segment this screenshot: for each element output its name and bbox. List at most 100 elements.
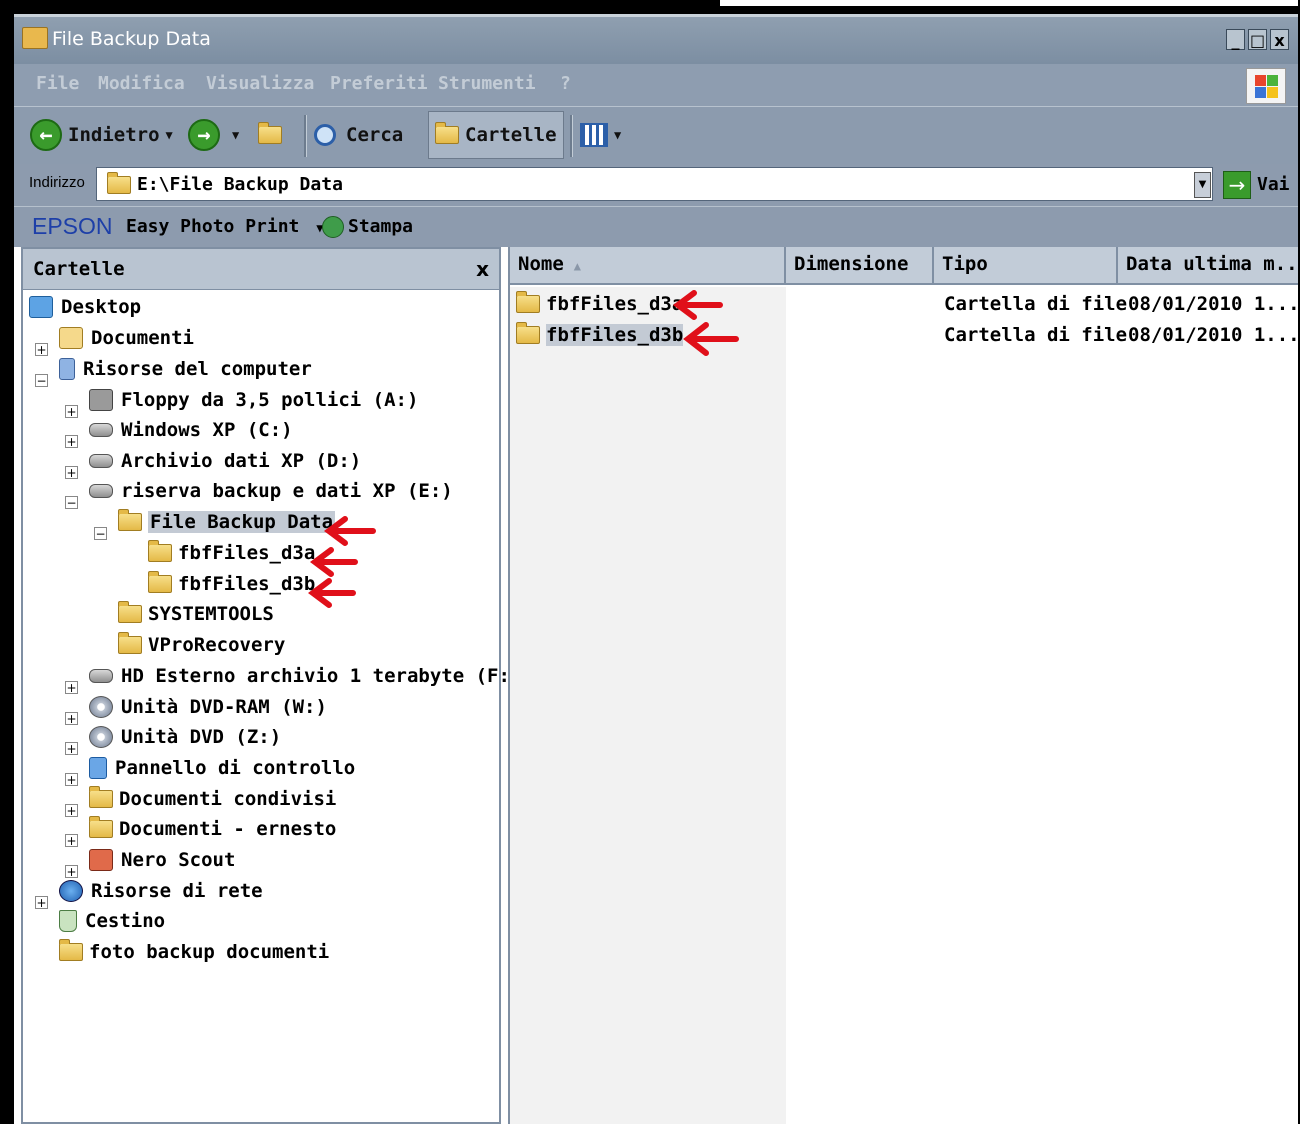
file-date-cell: 08/01/2010 1... xyxy=(1128,293,1300,315)
easy-photo-print-button[interactable]: Easy Photo Print ▼ xyxy=(126,216,323,237)
file-name-cell[interactable]: fbfFiles_d3b xyxy=(516,320,684,350)
tree-item-control-panel[interactable]: Pannello di controllo xyxy=(89,754,355,782)
collapse-minus-icon[interactable]: − xyxy=(65,496,78,509)
folders-pane-title: Cartelle xyxy=(33,258,125,280)
explorer-window: File Backup Data _ □ x File Modifica Vis… xyxy=(14,14,1300,1124)
forward-arrow-icon: → xyxy=(188,119,220,151)
tree-item-fbffiles-d3b[interactable]: fbfFiles_d3b xyxy=(148,570,315,598)
back-arrow-icon: ← xyxy=(30,119,62,151)
tree-item-floppy[interactable]: Floppy da 3,5 pollici (A:) xyxy=(89,386,418,414)
folders-button[interactable]: Cartelle xyxy=(428,111,564,159)
chevron-down-icon[interactable]: ▼ xyxy=(166,128,173,142)
column-header-date[interactable]: Data ultima m... xyxy=(1118,247,1300,285)
tree-item-shared-docs[interactable]: Documenti condivisi xyxy=(89,785,336,813)
minimize-button[interactable]: _ xyxy=(1226,29,1245,50)
expand-plus-icon[interactable]: + xyxy=(65,466,78,479)
tree-item-systemtools[interactable]: SYSTEMTOOLS xyxy=(118,600,274,628)
go-button[interactable]: Vai xyxy=(1257,174,1290,195)
expand-plus-icon[interactable]: + xyxy=(65,804,78,817)
tree-item-drive-c[interactable]: Windows XP (C:) xyxy=(89,416,293,444)
go-arrow-icon[interactable]: → xyxy=(1223,171,1251,199)
back-button[interactable]: ← Indietro ▼ xyxy=(30,111,173,159)
collapse-minus-icon[interactable]: − xyxy=(35,374,48,387)
sort-ascending-icon: ▲ xyxy=(573,259,581,273)
menu-help[interactable]: ? xyxy=(560,73,571,94)
expand-plus-icon[interactable]: + xyxy=(65,712,78,725)
folders-icon xyxy=(435,122,459,144)
expand-plus-icon[interactable]: + xyxy=(65,834,78,847)
network-icon xyxy=(59,880,83,902)
folder-icon xyxy=(118,601,142,623)
expand-plus-icon[interactable]: + xyxy=(65,773,78,786)
print-label: Stampa xyxy=(348,216,414,237)
chevron-down-icon[interactable]: ▼ xyxy=(614,128,621,142)
file-type-cell: Cartella di file xyxy=(944,293,1128,315)
search-icon xyxy=(314,124,336,146)
search-button[interactable]: Cerca xyxy=(314,111,403,159)
print-button[interactable]: Stampa xyxy=(322,216,413,238)
tree-item-file-backup-data[interactable]: File Backup Data xyxy=(118,508,336,536)
address-bar: Indirizzo E:\File Backup Data ▼ → Vai xyxy=(14,164,1300,206)
tree-item-drive-w[interactable]: Unità DVD-RAM (W:) xyxy=(89,693,327,721)
menu-file[interactable]: File xyxy=(36,73,79,94)
tree-item-fbffiles-d3a[interactable]: fbfFiles_d3a xyxy=(148,539,315,567)
tree-item-foto-backup[interactable]: foto backup documenti xyxy=(59,938,329,966)
close-button[interactable]: x xyxy=(1270,29,1289,50)
address-dropdown-button[interactable]: ▼ xyxy=(1194,172,1211,198)
tree-item-documenti[interactable]: Documenti xyxy=(59,324,194,352)
title-bar[interactable]: File Backup Data _ □ x xyxy=(14,14,1300,64)
tree-item-drive-f[interactable]: HD Esterno archivio 1 terabyte (F:) xyxy=(89,662,521,690)
tree-item-drive-z[interactable]: Unità DVD (Z:) xyxy=(89,723,281,751)
tree-item-desktop[interactable]: Desktop xyxy=(29,293,141,321)
tree-item-recycle-bin[interactable]: Cestino xyxy=(59,907,165,935)
toolbar-separator xyxy=(570,115,573,157)
menu-strumenti[interactable]: Strumenti xyxy=(438,73,536,94)
tree-item-risorse-computer[interactable]: Risorse del computer xyxy=(59,355,312,383)
maximize-button[interactable]: □ xyxy=(1248,29,1267,50)
folder-icon xyxy=(59,939,83,961)
folder-icon xyxy=(516,291,540,313)
folder-icon xyxy=(118,632,142,654)
file-name-cell[interactable]: fbfFiles_d3a xyxy=(516,289,683,319)
folder-window-icon xyxy=(22,27,48,49)
file-type-cell: Cartella di file xyxy=(944,324,1128,346)
tree-item-docs-ernesto[interactable]: Documenti - ernesto xyxy=(89,815,336,843)
file-row[interactable]: fbfFiles_d3b Cartella di file 08/01/2010… xyxy=(510,320,1300,350)
dvd-drive-icon xyxy=(89,696,113,718)
folder-up-icon xyxy=(258,122,282,144)
file-date-cell: 08/01/2010 1... xyxy=(1128,324,1300,346)
tree-item-drive-d[interactable]: Archivio dati XP (D:) xyxy=(89,447,361,475)
views-button[interactable]: ▼ xyxy=(580,111,621,159)
tree-item-nero-scout[interactable]: Nero Scout xyxy=(89,846,235,874)
menu-visualizza[interactable]: Visualizza xyxy=(206,73,314,94)
expand-plus-icon[interactable]: + xyxy=(35,896,48,909)
column-header-size[interactable]: Dimensione xyxy=(786,247,934,285)
file-row[interactable]: fbfFiles_d3a Cartella di file 08/01/2010… xyxy=(510,289,1300,319)
hard-drive-icon xyxy=(89,454,113,468)
folder-icon xyxy=(148,540,172,562)
forward-button[interactable]: → ▼ xyxy=(188,111,239,159)
tree-item-network[interactable]: Risorse di rete xyxy=(59,877,263,905)
up-folder-button[interactable] xyxy=(258,111,288,159)
tree-item-vprorecovery[interactable]: VProRecovery xyxy=(118,631,285,659)
folders-label: Cartelle xyxy=(465,124,557,146)
address-input[interactable]: E:\File Backup Data xyxy=(96,167,1213,201)
expand-plus-icon[interactable]: + xyxy=(65,435,78,448)
expand-plus-icon[interactable]: + xyxy=(35,343,48,356)
column-header-type[interactable]: Tipo xyxy=(934,247,1118,285)
epson-toolbar: EPSON Easy Photo Print ▼ Stampa xyxy=(14,206,1300,247)
expand-plus-icon[interactable]: + xyxy=(65,681,78,694)
expand-plus-icon[interactable]: + xyxy=(65,742,78,755)
menu-modifica[interactable]: Modifica xyxy=(98,73,185,94)
menu-preferiti[interactable]: Preferiti xyxy=(330,73,428,94)
window-title: File Backup Data xyxy=(52,28,211,50)
tree-item-drive-e[interactable]: riserva backup e dati XP (E:) xyxy=(89,477,453,505)
expand-plus-icon[interactable]: + xyxy=(65,405,78,418)
collapse-minus-icon[interactable]: − xyxy=(94,527,107,540)
epson-logo: EPSON xyxy=(32,213,113,239)
column-header-name[interactable]: Nome ▲ xyxy=(510,247,786,285)
back-label: Indietro xyxy=(68,124,160,146)
folders-pane-close-button[interactable]: x xyxy=(476,257,489,281)
column-name-label: Nome xyxy=(518,253,564,275)
chevron-down-icon[interactable]: ▼ xyxy=(232,128,239,142)
